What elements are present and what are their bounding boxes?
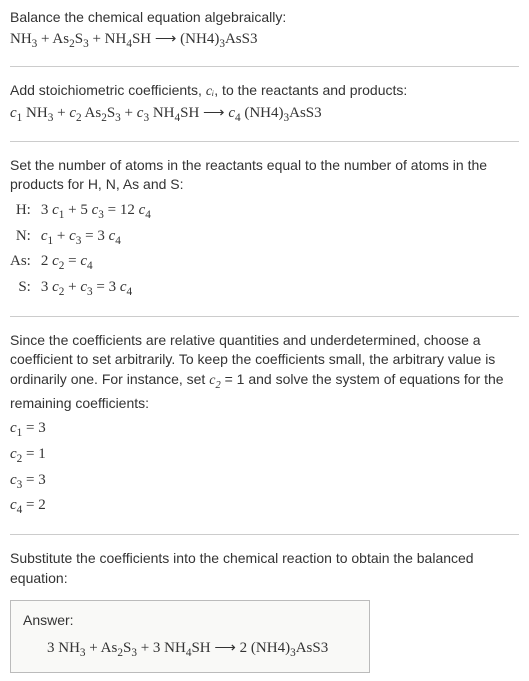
stoich-title: Add stoichiometric coefficients, cᵢ, to … [10,81,519,102]
unbalanced-equation: NH3 + As2S3 + NH4SH ⟶ (NH4)3AsS3 [10,28,519,53]
table-row: H: 3 c1 + 5 c3 = 12 c4 [10,199,157,225]
element-equation: c1 + c3 = 3 c4 [41,225,157,251]
table-row: S: 3 c2 + c3 = 3 c4 [10,276,157,302]
solve-text: Since the coefficients are relative quan… [10,331,519,413]
table-row: N: c1 + c3 = 3 c4 [10,225,157,251]
coeff-value: c1 = 3 [10,417,519,443]
element-label: S: [10,276,41,302]
section-stoichiometric: Add stoichiometric coefficients, cᵢ, to … [10,81,519,126]
section-atom-equations: Set the number of atoms in the reactants… [10,156,519,302]
answer-label: Answer: [23,611,357,631]
stoich-equation: c1 NH3 + c2 As2S3 + c3 NH4SH ⟶ c4 (NH4)3… [10,102,519,127]
answer-box: Answer: 3 NH3 + As2S3 + 3 NH4SH ⟶ 2 (NH4… [10,600,370,672]
element-label: H: [10,199,41,225]
divider [10,316,519,317]
divider [10,141,519,142]
element-equation: 3 c1 + 5 c3 = 12 c4 [41,199,157,225]
balance-title: Balance the chemical equation algebraica… [10,8,519,28]
element-equation: 2 c2 = c4 [41,250,157,276]
section-solve: Since the coefficients are relative quan… [10,331,519,520]
coeff-value: c3 = 3 [10,469,519,495]
element-equation: 3 c2 + c3 = 3 c4 [41,276,157,302]
element-label: As: [10,250,41,276]
section-balance-intro: Balance the chemical equation algebraica… [10,8,519,52]
table-row: As: 2 c2 = c4 [10,250,157,276]
var-c2: c2 [209,373,220,388]
balanced-equation: 3 NH3 + As2S3 + 3 NH4SH ⟶ 2 (NH4)3AsS3 [23,637,357,662]
divider [10,66,519,67]
coefficient-list: c1 = 3 c2 = 1 c3 = 3 c4 = 2 [10,417,519,520]
substitute-title: Substitute the coefficients into the che… [10,549,519,588]
divider [10,534,519,535]
section-substitute: Substitute the coefficients into the che… [10,549,519,588]
atom-equation-table: H: 3 c1 + 5 c3 = 12 c4 N: c1 + c3 = 3 c4… [10,199,157,302]
coeff-value: c4 = 2 [10,494,519,520]
coeff-value: c2 = 1 [10,443,519,469]
element-label: N: [10,225,41,251]
atoms-title: Set the number of atoms in the reactants… [10,156,519,195]
